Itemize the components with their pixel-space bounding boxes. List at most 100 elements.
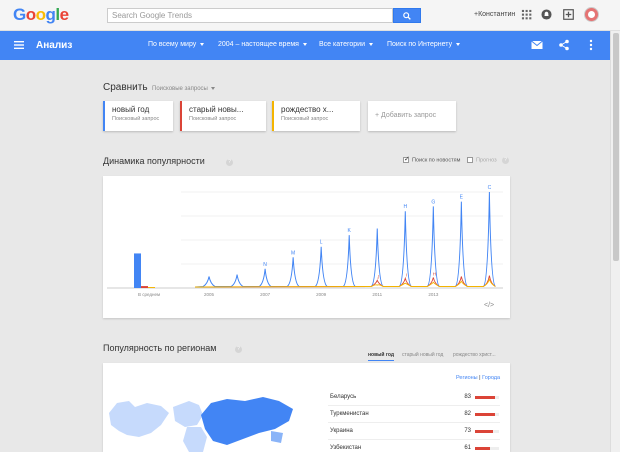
cities-toggle[interactable]: Города [482,375,500,381]
annotation-marker: L [320,240,323,246]
help-icon[interactable]: ? [226,159,233,166]
search-button[interactable] [393,8,421,23]
region-bar [475,430,493,433]
tab-term-1[interactable]: новый год [368,352,395,361]
scrollbar[interactable] [610,31,620,452]
region-bar-track [475,430,499,433]
region-bar-track [475,413,499,416]
interest-chart-svg: В среднем N M L K H G E C J I H 2005 2007 2009 2011 2013 [107,185,503,297]
chevron-down-icon [456,42,461,46]
region-bar-track [475,447,499,450]
compare-type-dropdown[interactable]: Поисковые запросы [152,86,215,92]
logo-letter: e [59,5,69,24]
term-card-2[interactable]: старый новы... Поисковый запрос [180,101,266,131]
apps-icon[interactable] [521,9,532,20]
logo-letter: g [45,5,56,24]
average-bar [148,287,155,288]
interest-chart: В среднем N M L K H G E C J I H 2005 2007 2009 2011 2013 [103,176,510,318]
region-city-toggle: Регионы | Города [456,375,500,381]
term-type: Поисковый запрос [189,116,237,122]
filter-time[interactable]: 2004 – настоящее время [218,41,307,48]
avatar[interactable] [584,7,599,22]
code-embed-icon[interactable]: </> [484,302,494,309]
toggle-separator: | [479,375,481,381]
add-term-button[interactable]: + Добавить запрос [368,101,456,131]
app-header: Анализ По всему миру 2004 – настоящее вр… [0,31,610,60]
chevron-down-icon [200,42,205,46]
annotation-marker: G [431,199,435,205]
logo-letter: G [13,5,26,24]
annotation-marker: N [263,262,267,268]
region-name: Узбекистан [330,445,362,451]
filter-region[interactable]: По всему миру [148,41,205,48]
user-name-link[interactable]: +Константин [474,11,515,18]
chevron-down-icon [210,86,215,90]
region-row[interactable]: Туркменистан 82 [328,407,500,423]
annotation-marker: H [433,271,436,276]
share-plus-icon[interactable] [563,9,574,20]
average-label: В среднем [138,292,160,297]
annotation-marker: E [460,195,464,201]
term-card-3[interactable]: рождество х... Поисковый запрос [272,101,360,131]
region-bar-track [475,396,499,399]
average-bar [134,253,141,288]
search-icon [403,11,411,20]
interest-title: Динамика популярности [103,156,205,166]
google-logo[interactable]: Google [13,5,69,25]
region-name: Беларусь [330,394,357,400]
annotation-marker: H [403,204,407,210]
region-bar [475,413,495,416]
filter-category[interactable]: Все категории [319,41,373,48]
term-card-1[interactable]: новый год Поисковый запрос [103,101,173,131]
share-icon[interactable] [558,39,570,51]
email-icon[interactable] [531,39,543,51]
compare-type-label: Поисковые запросы [152,86,208,92]
notifications-icon[interactable] [541,9,552,20]
region-row[interactable]: Украина 73 [328,424,500,440]
chevron-down-icon [302,42,307,46]
tab-term-3[interactable]: рождество христ... [453,352,496,358]
term-label: новый год [112,105,150,114]
term-type: Поисковый запрос [112,116,160,122]
region-row[interactable]: Узбекистан 61 [328,441,500,452]
news-checkbox[interactable]: Поиск по новостям [403,155,461,164]
filter-region-label: По всему миру [148,41,197,48]
tab-term-2[interactable]: старый новый год [402,352,443,358]
filter-search-type[interactable]: Поиск по Интернету [387,41,461,48]
filter-time-label: 2004 – настоящее время [218,41,299,48]
help-icon[interactable]: ? [502,157,509,164]
region-bar [475,447,490,450]
menu-icon[interactable] [14,41,24,49]
x-tick-label: 2007 [260,292,271,297]
region-value: 83 [464,394,471,400]
region-value: 82 [464,411,471,417]
forecast-checkbox-label: Прогноз [476,157,497,164]
annotation-marker: J [377,274,379,279]
regions-toggle[interactable]: Регионы [456,375,478,381]
forecast-checkbox[interactable]: Прогноз [467,157,497,163]
search-input[interactable]: Search Google Trends [107,8,393,23]
filter-category-label: Все категории [319,41,365,48]
term-type: Поисковый запрос [281,116,329,122]
average-bar [141,286,148,288]
annotation-marker: I [406,272,407,277]
page-title: Анализ [36,40,73,51]
term-label: рождество х... [281,105,334,114]
more-vert-icon[interactable] [585,39,597,51]
region-row[interactable]: Беларусь 83 [328,390,500,406]
world-map[interactable] [103,363,303,452]
news-checkbox-label: Поиск по новостям [412,157,461,164]
region-value: 73 [464,428,471,434]
region-name: Туркменистан [330,411,369,417]
filter-search-type-label: Поиск по Интернету [387,41,453,48]
x-tick-label: 2013 [428,292,439,297]
x-tick-label: 2005 [204,292,215,297]
logo-letter: o [25,5,36,24]
help-icon[interactable]: ? [235,346,242,353]
scrollbar-thumb[interactable] [613,33,619,261]
google-bar: Google Search Google Trends +Константин [0,0,620,31]
chevron-down-icon [369,42,373,46]
checkbox-checked-icon [403,155,410,163]
term-label: старый новы... [189,105,244,114]
x-tick-label: 2011 [372,292,382,297]
